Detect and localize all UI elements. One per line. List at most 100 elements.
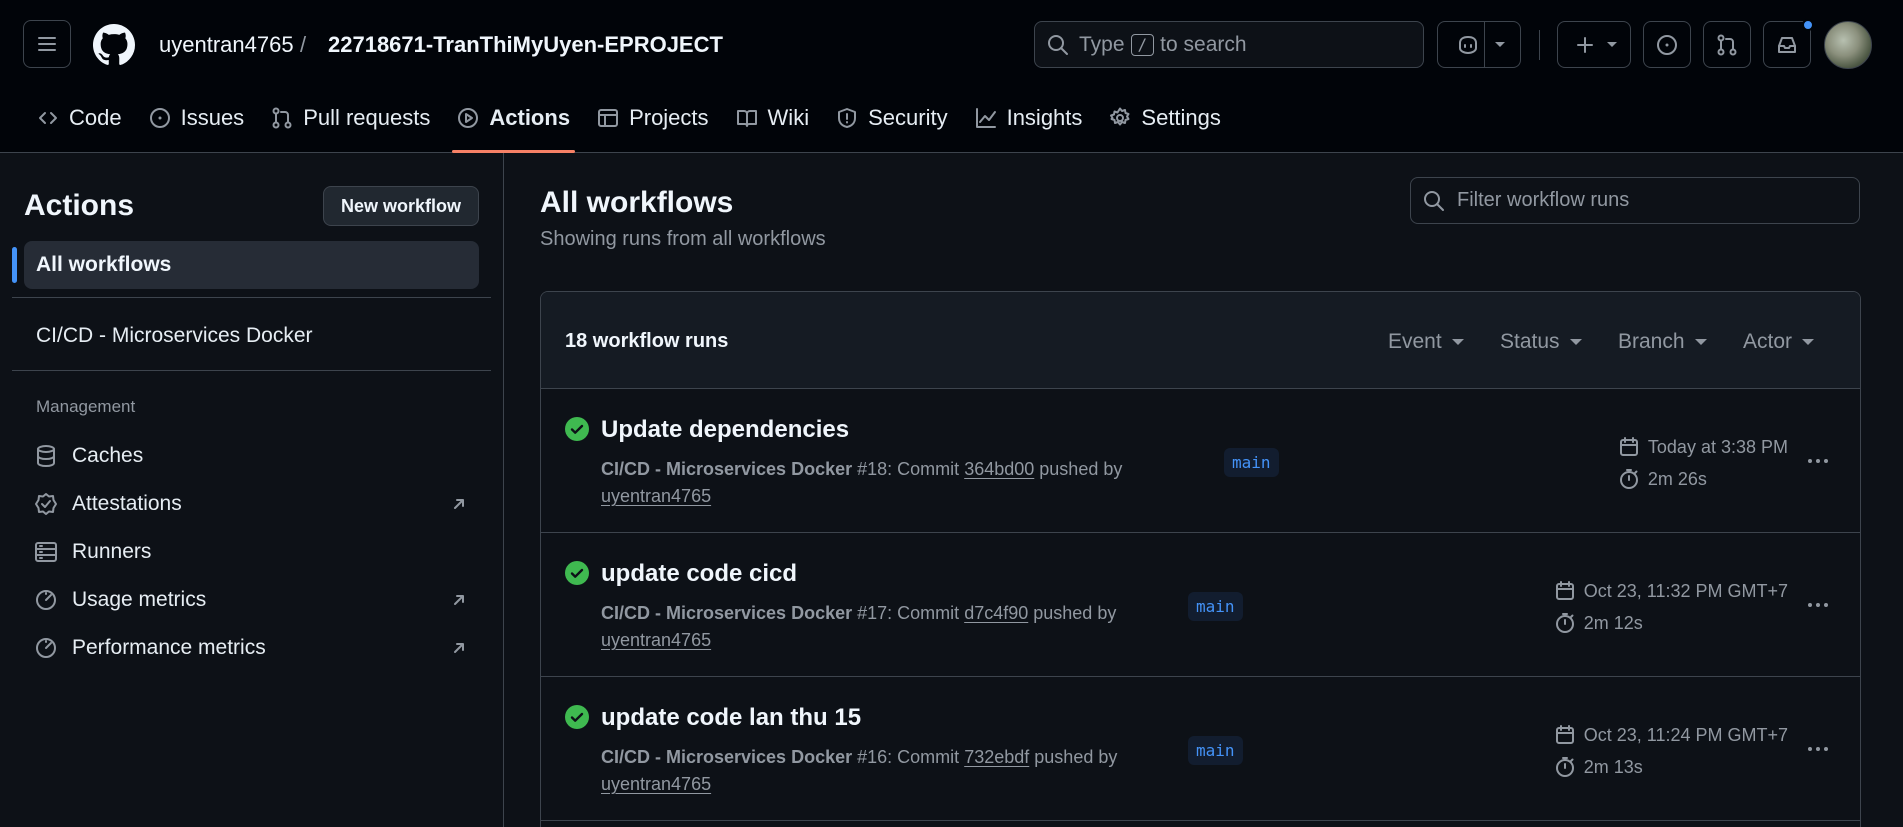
tab-projects[interactable]: Projects (584, 94, 721, 142)
github-logo-icon[interactable] (93, 24, 135, 66)
run-workflow-name: CI/CD - Microservices Docker (601, 459, 853, 479)
tab-code-label: Code (69, 105, 122, 130)
run-meta: CI/CD - Microservices Docker #16: Commit… (601, 744, 1141, 798)
tab-settings[interactable]: Settings (1096, 94, 1234, 142)
tab-wiki-label: Wiki (767, 105, 810, 130)
sidebar-item-caches-label: Caches (72, 444, 144, 467)
book-icon (736, 110, 757, 127)
search-placeholder-after: to search (1160, 32, 1247, 56)
page-title: All workflows (540, 186, 734, 219)
issues-button[interactable] (1643, 21, 1691, 68)
actor-link[interactable]: uyentran4765 (601, 630, 711, 650)
commit-link[interactable]: d7c4f90 (964, 603, 1028, 623)
run-title-link[interactable]: update code lan thu 15 (601, 704, 861, 732)
pull-requests-button[interactable] (1703, 21, 1751, 68)
status-filter-dropdown[interactable]: Status (1500, 330, 1582, 354)
sidebar-item-all-workflows[interactable]: All workflows (24, 241, 479, 289)
sidebar-item-attestations-label: Attestations (72, 492, 182, 515)
meter-icon (36, 638, 56, 658)
branch-filter-label: Branch (1618, 330, 1685, 353)
tab-code[interactable]: Code (24, 94, 135, 142)
tab-insights-label: Insights (1006, 105, 1083, 130)
sidebar-item-usage-metrics[interactable]: Usage metrics (34, 580, 480, 620)
kebab-menu-icon[interactable] (1806, 449, 1830, 473)
branch-filter-dropdown[interactable]: Branch (1618, 330, 1707, 354)
menu-button[interactable] (23, 20, 71, 68)
active-indicator (12, 247, 17, 283)
gear-icon (1110, 107, 1130, 126)
copilot-button[interactable] (1437, 21, 1521, 68)
issue-opened-icon (1657, 34, 1677, 55)
kebab-menu-icon[interactable] (1806, 737, 1830, 761)
branch-badge[interactable]: main (1188, 736, 1243, 765)
actor-filter-dropdown[interactable]: Actor (1743, 330, 1815, 354)
actor-link[interactable]: uyentran4765 (601, 486, 711, 506)
shield-icon (838, 108, 857, 128)
actions-sidebar: Actions New workflow All workflows CI/CD… (0, 153, 504, 827)
tab-pull-requests[interactable]: Pull requests (258, 94, 443, 142)
search-icon (1048, 34, 1068, 55)
chevron-down-icon[interactable] (1494, 41, 1506, 49)
arrow-up-right-icon (454, 595, 464, 605)
run-workflow-name: CI/CD - Microservices Docker (601, 603, 853, 623)
caret-down-icon (1569, 339, 1582, 345)
branch-badge[interactable]: main (1224, 448, 1279, 477)
run-date: Oct 23, 11:24 PM GMT+7 (1583, 724, 1788, 745)
tab-wiki[interactable]: Wiki (723, 94, 823, 142)
event-filter-dropdown[interactable]: Event (1388, 330, 1464, 354)
filter-placeholder: Filter workflow runs (1457, 189, 1630, 211)
tab-insights[interactable]: Insights (962, 94, 1096, 142)
breadcrumb-owner[interactable]: uyentran4765 (159, 32, 294, 58)
sidebar-item-attestations[interactable]: Attestations (34, 484, 480, 524)
commit-link[interactable]: 364bd00 (964, 459, 1034, 479)
create-new-button[interactable] (1557, 21, 1631, 68)
run-duration: 2m 26s (1647, 468, 1707, 489)
play-icon (458, 108, 479, 128)
new-workflow-button[interactable]: New workflow (323, 186, 479, 226)
caret-down-icon (1802, 339, 1815, 345)
sidebar-item-caches[interactable]: Caches (34, 436, 480, 476)
tab-security[interactable]: Security (823, 94, 960, 142)
sidebar-item-performance-metrics-label: Performance metrics (72, 636, 266, 659)
workflow-run-row[interactable]: Update dependencies CI/CD - Microservice… (541, 389, 1860, 533)
code-icon (39, 112, 57, 124)
workflow-runs-list: 18 workflow runs Event Status Branch Act… (540, 291, 1861, 827)
run-title-link[interactable]: update code cicd (601, 560, 797, 588)
run-workflow-name: CI/CD - Microservices Docker (601, 747, 853, 767)
global-search-input[interactable]: Type / to search (1034, 21, 1424, 68)
run-number: #17: Commit (857, 603, 960, 623)
search-placeholder-before: Type (1079, 32, 1125, 56)
runs-list-header: 18 workflow runs Event Status Branch Act… (541, 292, 1860, 389)
breadcrumb-repo[interactable]: 22718671-TranThiMyUyen-EPROJECT (328, 32, 723, 58)
sidebar-item-runners-label: Runners (72, 540, 152, 563)
calendar-icon (1555, 581, 1574, 600)
sidebar-item-runners[interactable]: Runners (34, 532, 480, 572)
workflow-run-row[interactable]: update code cicd CI/CD - Microservices D… (541, 533, 1860, 677)
tab-issues-label: Issues (180, 105, 245, 130)
arrow-up-right-icon (454, 499, 464, 509)
copilot-split-divider (1484, 22, 1485, 67)
tab-settings-label: Settings (1141, 105, 1221, 130)
run-pushed-by: pushed by (1033, 603, 1117, 623)
sidebar-item-workflow[interactable]: CI/CD - Microservices Docker (36, 324, 313, 348)
page-subtitle: Showing runs from all workflows (540, 228, 826, 250)
check-circle-icon (565, 705, 589, 729)
kebab-menu-icon[interactable] (1806, 593, 1830, 617)
workflow-run-row[interactable]: update code lan thu 15 CI/CD - Microserv… (541, 677, 1860, 821)
filter-workflow-runs-input[interactable]: Filter workflow runs (1410, 177, 1860, 224)
tab-actions[interactable]: Actions (444, 94, 583, 153)
sidebar-item-performance-metrics[interactable]: Performance metrics (34, 628, 480, 668)
search-shortcut-key: / (1130, 33, 1155, 56)
user-avatar[interactable] (1824, 21, 1872, 69)
global-header: uyentran4765 / 22718671-TranThiMyUyen-EP… (0, 0, 1903, 153)
caret-down-icon (1451, 339, 1464, 345)
sidebar-divider (12, 297, 491, 298)
tab-issues[interactable]: Issues (136, 94, 258, 142)
actor-link[interactable]: uyentran4765 (601, 774, 711, 794)
sidebar-item-usage-metrics-label: Usage metrics (72, 588, 207, 611)
runs-count: 18 workflow runs (565, 330, 729, 352)
graph-icon (975, 108, 996, 128)
branch-badge[interactable]: main (1188, 592, 1243, 621)
commit-link[interactable]: 732ebdf (964, 747, 1029, 767)
run-title-link[interactable]: Update dependencies (601, 416, 849, 444)
